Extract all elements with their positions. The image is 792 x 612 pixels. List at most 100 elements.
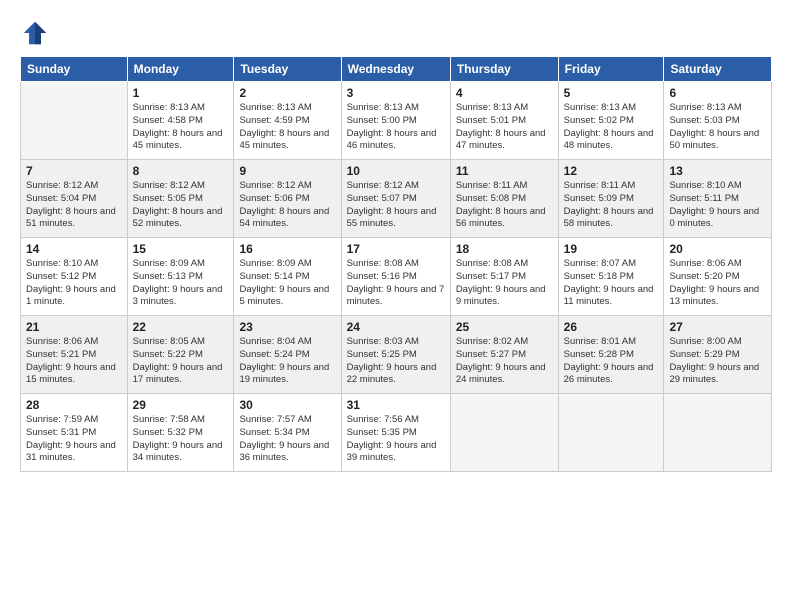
day-number: 22	[133, 320, 229, 334]
calendar-week-row: 28 Sunrise: 7:59 AMSunset: 5:31 PMDayligh…	[21, 394, 772, 472]
calendar-cell: 12 Sunrise: 8:11 AMSunset: 5:09 PMDayligh…	[558, 160, 664, 238]
calendar-week-row: 7 Sunrise: 8:12 AMSunset: 5:04 PMDaylight…	[21, 160, 772, 238]
calendar-cell: 5 Sunrise: 8:13 AMSunset: 5:02 PMDaylight…	[558, 82, 664, 160]
day-number: 19	[564, 242, 659, 256]
calendar-cell: 26Sunrise: 8:01 AMSunset: 5:28 PMDayligh…	[558, 316, 664, 394]
calendar-table: SundayMondayTuesdayWednesdayThursdayFrid…	[20, 56, 772, 472]
day-info: Sunrise: 8:09 AMSunset: 5:14 PMDaylight:…	[239, 258, 335, 309]
day-info: Sunrise: 8:13 AMSunset: 4:59 PMDaylight:…	[239, 102, 335, 153]
day-number: 30	[239, 398, 335, 412]
day-info: Sunrise: 8:00 AMSunset: 5:29 PMDaylight:…	[669, 336, 766, 387]
day-info: Sunrise: 8:13 AMSunset: 4:58 PMDaylight:…	[133, 102, 229, 153]
day-number: 18	[456, 242, 553, 256]
weekday-header: Tuesday	[234, 57, 341, 82]
calendar-cell: 3 Sunrise: 8:13 AMSunset: 5:00 PMDaylight…	[341, 82, 450, 160]
day-info: Sunrise: 8:03 AMSunset: 5:25 PMDaylight:…	[347, 336, 445, 387]
calendar-cell: 20 Sunrise: 8:06 AMSunset: 5:20 PMDayligh…	[664, 238, 772, 316]
day-number: 20	[669, 242, 766, 256]
weekday-header: Saturday	[664, 57, 772, 82]
day-info: Sunrise: 8:05 AMSunset: 5:22 PMDaylight:…	[133, 336, 229, 387]
calendar-cell: 15Sunrise: 8:09 AMSunset: 5:13 PMDayligh…	[127, 238, 234, 316]
day-info: Sunrise: 8:12 AMSunset: 5:06 PMDaylight:…	[239, 180, 335, 231]
calendar-cell: 29 Sunrise: 7:58 AMSunset: 5:32 PMDayligh…	[127, 394, 234, 472]
calendar-cell: 30Sunrise: 7:57 AMSunset: 5:34 PMDayligh…	[234, 394, 341, 472]
weekday-header-row: SundayMondayTuesdayWednesdayThursdayFrid…	[21, 57, 772, 82]
day-number: 12	[564, 164, 659, 178]
calendar-cell: 10 Sunrise: 8:12 AMSunset: 5:07 PMDayligh…	[341, 160, 450, 238]
day-number: 13	[669, 164, 766, 178]
calendar-cell: 2 Sunrise: 8:13 AMSunset: 4:59 PMDaylight…	[234, 82, 341, 160]
calendar-cell: 25 Sunrise: 8:02 AMSunset: 5:27 PMDayligh…	[450, 316, 558, 394]
calendar-cell	[558, 394, 664, 472]
day-info: Sunrise: 8:12 AMSunset: 5:07 PMDaylight:…	[347, 180, 445, 231]
calendar-body: 1 Sunrise: 8:13 AMSunset: 4:58 PMDaylight…	[21, 82, 772, 472]
calendar-cell: 28 Sunrise: 7:59 AMSunset: 5:31 PMDayligh…	[21, 394, 128, 472]
calendar-cell: 8 Sunrise: 8:12 AMSunset: 5:05 PMDaylight…	[127, 160, 234, 238]
logo-icon	[20, 18, 50, 48]
calendar-cell: 23 Sunrise: 8:04 AMSunset: 5:24 PMDayligh…	[234, 316, 341, 394]
calendar-cell: 13 Sunrise: 8:10 AMSunset: 5:11 PMDayligh…	[664, 160, 772, 238]
calendar-cell: 27 Sunrise: 8:00 AMSunset: 5:29 PMDayligh…	[664, 316, 772, 394]
calendar-cell: 21 Sunrise: 8:06 AMSunset: 5:21 PMDayligh…	[21, 316, 128, 394]
day-number: 21	[26, 320, 122, 334]
calendar-cell: 6 Sunrise: 8:13 AMSunset: 5:03 PMDaylight…	[664, 82, 772, 160]
day-info: Sunrise: 7:59 AMSunset: 5:31 PMDaylight:…	[26, 414, 122, 465]
day-info: Sunrise: 8:11 AMSunset: 5:09 PMDaylight:…	[564, 180, 659, 231]
day-number: 8	[133, 164, 229, 178]
day-number: 2	[239, 86, 335, 100]
calendar-week-row: 21 Sunrise: 8:06 AMSunset: 5:21 PMDayligh…	[21, 316, 772, 394]
day-number: 9	[239, 164, 335, 178]
header	[20, 18, 772, 48]
day-info: Sunrise: 8:13 AMSunset: 5:00 PMDaylight:…	[347, 102, 445, 153]
calendar-week-row: 14Sunrise: 8:10 AMSunset: 5:12 PMDayligh…	[21, 238, 772, 316]
day-info: Sunrise: 8:08 AMSunset: 5:16 PMDaylight:…	[347, 258, 445, 309]
calendar-cell: 24 Sunrise: 8:03 AMSunset: 5:25 PMDayligh…	[341, 316, 450, 394]
day-number: 4	[456, 86, 553, 100]
weekday-header: Wednesday	[341, 57, 450, 82]
calendar-cell	[664, 394, 772, 472]
day-info: Sunrise: 8:10 AMSunset: 5:11 PMDaylight:…	[669, 180, 766, 231]
day-number: 24	[347, 320, 445, 334]
day-number: 7	[26, 164, 122, 178]
day-number: 27	[669, 320, 766, 334]
day-number: 23	[239, 320, 335, 334]
calendar-cell: 4Sunrise: 8:13 AMSunset: 5:01 PMDaylight…	[450, 82, 558, 160]
day-info: Sunrise: 8:11 AMSunset: 5:08 PMDaylight:…	[456, 180, 553, 231]
day-info: Sunrise: 8:06 AMSunset: 5:21 PMDaylight:…	[26, 336, 122, 387]
day-number: 25	[456, 320, 553, 334]
calendar-cell: 9 Sunrise: 8:12 AMSunset: 5:06 PMDaylight…	[234, 160, 341, 238]
day-info: Sunrise: 7:58 AMSunset: 5:32 PMDaylight:…	[133, 414, 229, 465]
day-info: Sunrise: 8:02 AMSunset: 5:27 PMDaylight:…	[456, 336, 553, 387]
day-number: 14	[26, 242, 122, 256]
day-info: Sunrise: 8:04 AMSunset: 5:24 PMDaylight:…	[239, 336, 335, 387]
day-number: 10	[347, 164, 445, 178]
calendar-cell: 16 Sunrise: 8:09 AMSunset: 5:14 PMDayligh…	[234, 238, 341, 316]
day-number: 11	[456, 164, 553, 178]
logo	[20, 18, 54, 48]
calendar-cell: 14Sunrise: 8:10 AMSunset: 5:12 PMDayligh…	[21, 238, 128, 316]
day-info: Sunrise: 8:08 AMSunset: 5:17 PMDaylight:…	[456, 258, 553, 309]
day-info: Sunrise: 8:01 AMSunset: 5:28 PMDaylight:…	[564, 336, 659, 387]
day-info: Sunrise: 7:56 AMSunset: 5:35 PMDaylight:…	[347, 414, 445, 465]
calendar-cell: 7 Sunrise: 8:12 AMSunset: 5:04 PMDaylight…	[21, 160, 128, 238]
calendar-cell: 31 Sunrise: 7:56 AMSunset: 5:35 PMDayligh…	[341, 394, 450, 472]
day-number: 29	[133, 398, 229, 412]
day-info: Sunrise: 8:12 AMSunset: 5:04 PMDaylight:…	[26, 180, 122, 231]
calendar-cell: 19Sunrise: 8:07 AMSunset: 5:18 PMDayligh…	[558, 238, 664, 316]
day-number: 6	[669, 86, 766, 100]
day-info: Sunrise: 8:13 AMSunset: 5:02 PMDaylight:…	[564, 102, 659, 153]
day-info: Sunrise: 8:12 AMSunset: 5:05 PMDaylight:…	[133, 180, 229, 231]
weekday-header: Friday	[558, 57, 664, 82]
day-info: Sunrise: 8:09 AMSunset: 5:13 PMDaylight:…	[133, 258, 229, 309]
day-number: 28	[26, 398, 122, 412]
weekday-header: Sunday	[21, 57, 128, 82]
day-info: Sunrise: 8:06 AMSunset: 5:20 PMDaylight:…	[669, 258, 766, 309]
day-info: Sunrise: 8:13 AMSunset: 5:03 PMDaylight:…	[669, 102, 766, 153]
day-number: 1	[133, 86, 229, 100]
day-number: 16	[239, 242, 335, 256]
day-number: 3	[347, 86, 445, 100]
day-number: 5	[564, 86, 659, 100]
calendar-cell: 11 Sunrise: 8:11 AMSunset: 5:08 PMDayligh…	[450, 160, 558, 238]
weekday-header: Monday	[127, 57, 234, 82]
day-number: 31	[347, 398, 445, 412]
